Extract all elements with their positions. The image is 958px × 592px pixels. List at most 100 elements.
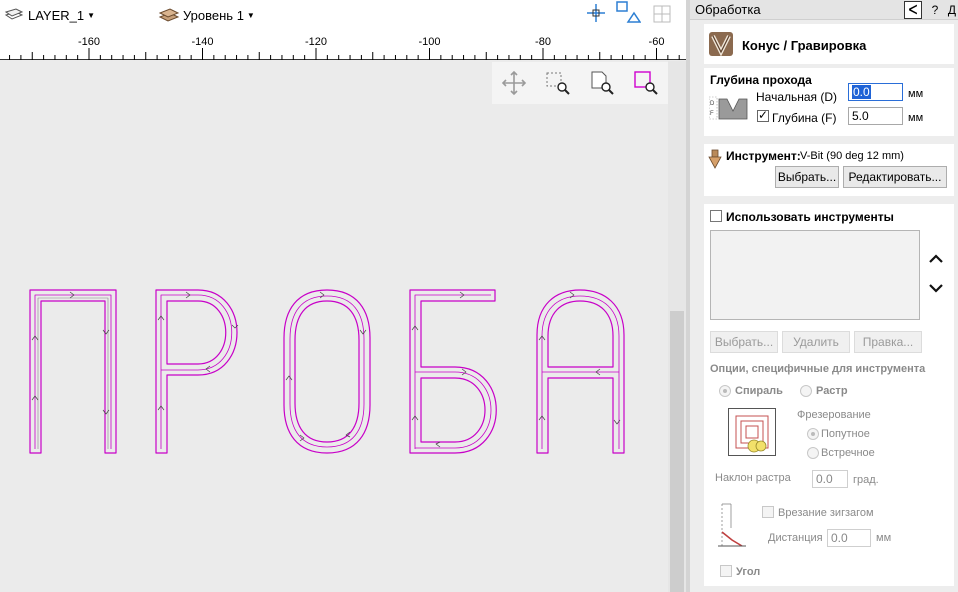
view-pane: LAYER_1 ▼ Уровень 1 ▼ -160 -140 -120 -10… [0,0,686,592]
close-icon: Д [947,3,957,17]
ruler-label: -120 [305,36,327,48]
layer-dropdown-label: LAYER_1 [28,7,85,23]
caret-down-icon: ▼ [246,10,255,20]
pan-button[interactable] [492,63,536,103]
cut-depth-value: 5.0 [852,109,869,123]
select-tools-button[interactable]: Выбрать... [710,331,778,353]
toolpath-preview [29,289,625,454]
raster-angle-input[interactable]: 0.0 [812,470,848,488]
ruler-label: -60 [649,36,665,48]
distance-label: Дистанция [768,532,823,544]
chevron-up-icon [929,254,943,263]
chevron-down-icon [929,284,943,293]
checkmark-icon: ✓ [758,108,769,122]
cut-depth-unit: мм [908,112,924,124]
tool-options-section: Использовать инструменты Выбрать... Удал… [704,204,954,586]
layers-icon [4,8,24,20]
move-tool-down-button[interactable] [925,277,947,299]
cut-depth-label: Глубина (F) [772,111,837,125]
layer-dropdown[interactable]: LAYER_1 ▼ [4,5,95,25]
level-icon [158,8,180,22]
zoom-page-button[interactable] [580,63,624,103]
zoom-selection-button[interactable] [624,63,668,103]
tool-value: V-Bit (90 deg 12 mm) [800,150,904,162]
zoom-box-icon [546,72,570,95]
preview-letter-a [536,289,625,454]
ruler-label: -160 [78,36,100,48]
tool-section: Инструмент: V-Bit (90 deg 12 mm) Выбрать… [704,144,954,196]
edit-tool-button[interactable]: Редактировать... [843,166,947,188]
ramp-checkbox[interactable] [762,506,774,518]
cut-depth-heading: Глубина прохода [710,73,812,87]
conventional-label: Встречное [821,447,875,459]
start-depth-value: 0.0 [852,85,871,99]
raster-label: Растр [816,385,848,397]
edit-tools-button[interactable]: Правка... [854,331,922,353]
scrollbar-thumb[interactable] [670,311,684,592]
grid-icon [653,5,671,23]
preview-letter-o [283,289,371,454]
help-icon: ? [931,3,939,17]
app-window: LAYER_1 ▼ Уровень 1 ▼ -160 -140 -120 -10… [0,0,958,592]
level-dropdown-label: Уровень 1 [183,7,244,23]
ramp-diagram-icon [718,503,746,547]
pin-icon: ᐸ [908,3,918,17]
horizontal-ruler: -160 -140 -120 -100 -80 -60 [0,30,686,60]
view-toolbar: LAYER_1 ▼ Уровень 1 ▼ [0,0,686,30]
milling-heading: Фрезерование [797,409,871,421]
svg-text:D: D [710,101,715,107]
spiral-radio[interactable] [719,385,731,397]
vertical-scrollbar[interactable] [668,61,686,592]
ramp-label: Врезание зигзагом [778,507,874,519]
ruler-label: -100 [418,36,440,48]
level-dropdown[interactable]: Уровень 1 ▼ [158,5,255,25]
shapes-tool-button[interactable] [615,1,641,23]
drawing-canvas[interactable] [0,61,668,592]
snap-tool-button[interactable] [585,3,607,23]
shapes-icon [616,1,641,23]
help-button[interactable]: ? [926,1,944,19]
spiral-strategy-icon [728,408,776,456]
zoom-selection-icon [634,71,658,95]
svg-text:F: F [710,111,714,117]
climb-radio[interactable] [807,428,819,440]
depth-diagram-icon: D F [709,96,748,120]
tools-list[interactable] [710,230,920,320]
tool-label: Инструмент: [726,149,801,163]
distance-unit: мм [876,532,892,544]
tool-bit-icon [708,149,722,169]
panel-title: Обработка [695,2,761,17]
snap-crosshair-icon [587,4,605,22]
conventional-radio[interactable] [807,447,819,459]
distance-input[interactable]: 0.0 [827,529,871,547]
ruler-label: -140 [191,36,213,48]
toolpath-panel: Обработка ᐸ ? Д Конус / Гравировка Глуби… [690,0,958,592]
tool-options-heading: Опции, специфичные для инструмента [710,363,926,375]
preview-letter-p [29,289,117,454]
move-tool-up-button[interactable] [925,248,947,270]
ruler-label: -80 [535,36,551,48]
move-arrows-icon [501,70,527,96]
preview-letter-b [409,289,497,454]
panel-title-bar: Обработка ᐸ ? Д [690,0,958,20]
distance-value: 0.0 [831,531,848,545]
close-panel-button[interactable]: Д [946,1,958,19]
corner-checkbox[interactable] [720,565,732,577]
pin-panel-button[interactable]: ᐸ [904,1,922,19]
start-depth-input[interactable]: 0.0 [848,83,903,101]
toolpath-header: Конус / Гравировка [704,24,954,64]
delete-tool-button[interactable]: Удалить [782,331,850,353]
spiral-label: Спираль [735,385,783,397]
cut-depth-checkbox[interactable]: ✓ [757,108,769,122]
use-tools-checkbox[interactable] [710,210,722,222]
climb-label: Попутное [821,428,870,440]
zoom-box-button[interactable] [536,63,580,103]
start-depth-label: Начальная (D) [756,90,838,104]
select-tool-button[interactable]: Выбрать... [775,166,839,188]
grid-tool-button[interactable] [652,4,672,24]
cut-depth-input[interactable]: 5.0 [848,107,903,125]
zoom-page-icon [591,71,614,95]
raster-angle-value: 0.0 [816,472,833,486]
corner-label: Угол [736,566,761,578]
raster-radio[interactable] [800,385,812,397]
